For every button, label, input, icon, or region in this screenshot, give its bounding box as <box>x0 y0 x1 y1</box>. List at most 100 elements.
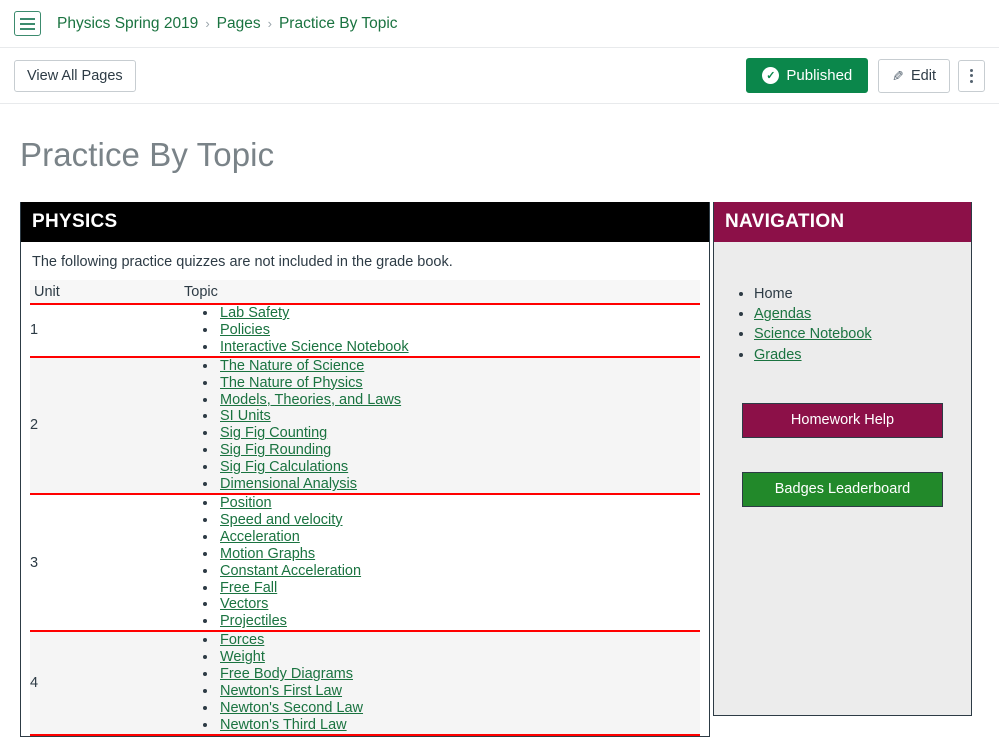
topic-link[interactable]: Newton's Third Law <box>220 717 347 733</box>
navigation-item-label: Home <box>754 286 793 302</box>
hamburger-icon[interactable] <box>14 11 41 36</box>
check-circle-icon: ✓ <box>762 67 780 84</box>
topic-link[interactable]: Projectiles <box>220 613 287 629</box>
topic-links-cell: Lab SafetyPoliciesInteractive Science No… <box>180 304 700 358</box>
list-item: Science Notebook <box>754 324 971 344</box>
practice-quizzes-note: The following practice quizzes are not i… <box>32 254 453 270</box>
navigation-link[interactable]: Agendas <box>754 306 811 322</box>
topics-table: Unit Topic 1Lab SafetyPoliciesInteractiv… <box>30 280 700 736</box>
physics-card-header: PHYSICS <box>21 202 709 242</box>
unit-number-cell: 2 <box>30 356 180 495</box>
list-item: Interactive Science Notebook <box>218 339 700 356</box>
topic-link[interactable]: Dimensional Analysis <box>220 476 357 492</box>
topic-link[interactable]: SI Units <box>220 408 271 424</box>
kebab-dot <box>970 79 973 83</box>
topic-links-cell: The Nature of ScienceThe Nature of Physi… <box>180 356 700 495</box>
badges-leaderboard-button[interactable]: Badges Leaderboard <box>742 471 943 507</box>
list-item: Projectiles <box>218 613 700 630</box>
page-title: Practice By Topic <box>20 136 275 173</box>
breadcrumb-separator-icon: › <box>267 16 272 31</box>
list-item: Lab Safety <box>218 305 700 322</box>
list-item: Speed and velocity <box>218 512 700 529</box>
topic-list: PositionSpeed and velocityAccelerationMo… <box>180 495 700 630</box>
hamburger-line <box>20 27 35 30</box>
list-item: Sig Fig Counting <box>218 425 700 442</box>
published-status-button[interactable]: ✓ Published <box>746 58 869 93</box>
topics-table-body: 1Lab SafetyPoliciesInteractive Science N… <box>30 304 700 736</box>
homework-help-button[interactable]: Homework Help <box>742 402 943 438</box>
navigation-link[interactable]: Science Notebook <box>754 326 872 342</box>
list-item: SI Units <box>218 408 700 425</box>
topic-link[interactable]: Interactive Science Notebook <box>220 339 409 355</box>
physics-card-body: The following practice quizzes are not i… <box>21 242 709 736</box>
table-row: 4ForcesWeightFree Body DiagramsNewton's … <box>30 631 700 736</box>
more-options-button[interactable] <box>958 59 985 92</box>
breadcrumb: Physics Spring 2019 › Pages › Practice B… <box>57 15 398 33</box>
topic-link[interactable]: Acceleration <box>220 529 300 545</box>
topic-link[interactable]: Newton's Second Law <box>220 700 363 716</box>
topic-link[interactable]: Free Body Diagrams <box>220 666 353 682</box>
edit-label: Edit <box>911 67 936 84</box>
kebab-dot <box>970 68 973 72</box>
topic-list: Lab SafetyPoliciesInteractive Science No… <box>180 305 700 356</box>
table-row: 1Lab SafetyPoliciesInteractive Science N… <box>30 304 700 358</box>
topic-link[interactable]: Vectors <box>220 596 268 612</box>
topic-link[interactable]: Free Fall <box>220 580 277 596</box>
topic-link[interactable]: Newton's First Law <box>220 683 342 699</box>
list-item: Newton's First Law <box>218 683 700 700</box>
breadcrumb-item-course[interactable]: Physics Spring 2019 <box>57 15 198 33</box>
topic-link[interactable]: Forces <box>220 632 264 648</box>
hamburger-line <box>20 17 35 20</box>
navigation-card: NAVIGATION Home Agendas Science Notebook Gr… <box>713 202 972 716</box>
breadcrumb-item-pages[interactable]: Pages <box>217 15 261 33</box>
list-item: Sig Fig Rounding <box>218 442 700 459</box>
topic-link[interactable]: Position <box>220 495 272 511</box>
topic-link[interactable]: Sig Fig Calculations <box>220 459 348 475</box>
table-row: 2The Nature of ScienceThe Nature of Phys… <box>30 356 700 495</box>
edit-button[interactable]: ✎ Edit <box>878 58 950 93</box>
kebab-dot <box>970 74 973 77</box>
topic-link[interactable]: Speed and velocity <box>220 512 343 528</box>
list-item: Position <box>218 495 700 512</box>
unit-number-cell: 4 <box>30 631 180 736</box>
column-header-topic: Topic <box>180 280 700 305</box>
topics-table-head: Unit Topic <box>30 280 700 305</box>
topic-link[interactable]: Constant Acceleration <box>220 563 361 579</box>
list-item: Vectors <box>218 596 700 613</box>
topics-table-header-row: Unit Topic <box>30 280 700 305</box>
topic-link[interactable]: The Nature of Science <box>220 358 364 374</box>
topic-link[interactable]: Lab Safety <box>220 305 289 321</box>
table-row: 3PositionSpeed and velocityAccelerationM… <box>30 493 700 633</box>
list-item: Newton's Second Law <box>218 700 700 717</box>
list-item: Weight <box>218 649 700 666</box>
unit-number-cell: 1 <box>30 304 180 358</box>
topic-link[interactable]: Motion Graphs <box>220 546 315 562</box>
list-item: The Nature of Physics <box>218 375 700 392</box>
list-item: Motion Graphs <box>218 546 700 563</box>
breadcrumb-separator-icon: › <box>205 16 210 31</box>
navigation-link[interactable]: Grades <box>754 347 802 363</box>
topic-link[interactable]: The Nature of Physics <box>220 375 363 391</box>
topic-link[interactable]: Weight <box>220 649 265 665</box>
list-item: Newton's Third Law <box>218 717 700 734</box>
list-item: Agendas <box>754 304 971 324</box>
page-content: PHYSICS The following practice quizzes a… <box>20 202 999 737</box>
topic-links-cell: ForcesWeightFree Body DiagramsNewton's F… <box>180 631 700 736</box>
column-header-unit: Unit <box>30 280 180 305</box>
breadcrumb-item-current[interactable]: Practice By Topic <box>279 15 398 33</box>
view-all-pages-button[interactable]: View All Pages <box>14 59 136 92</box>
topic-link[interactable]: Policies <box>220 322 270 338</box>
list-item: The Nature of Science <box>218 358 700 375</box>
hamburger-line <box>20 22 35 25</box>
list-item: Grades <box>754 345 971 365</box>
topic-links-cell: PositionSpeed and velocityAccelerationMo… <box>180 493 700 633</box>
list-item: Models, Theories, and Laws <box>218 392 700 409</box>
topic-link[interactable]: Models, Theories, and Laws <box>220 392 401 408</box>
topic-link[interactable]: Sig Fig Counting <box>220 425 327 441</box>
page-action-toolbar: View All Pages ✓ Published ✎ Edit <box>0 48 999 104</box>
list-item: Dimensional Analysis <box>218 476 700 493</box>
list-item: Acceleration <box>218 529 700 546</box>
topic-link[interactable]: Sig Fig Rounding <box>220 442 331 458</box>
list-item: Home <box>754 284 971 304</box>
list-item: Forces <box>218 632 700 649</box>
